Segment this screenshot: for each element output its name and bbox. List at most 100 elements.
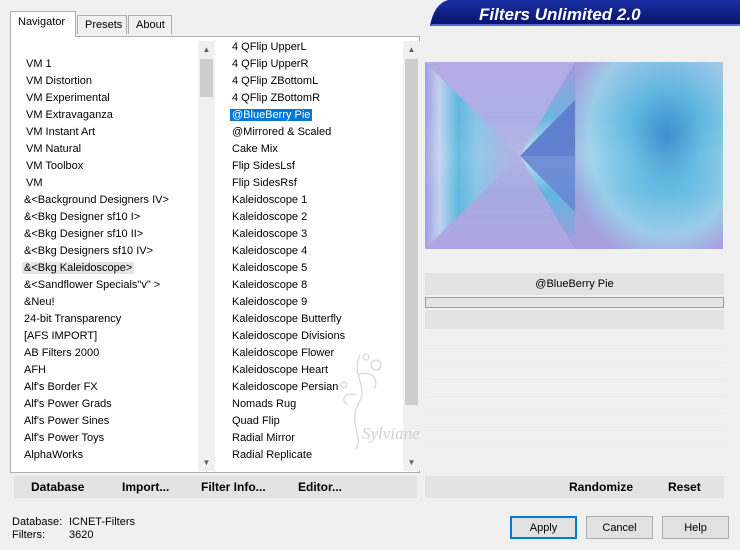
list-item-label: @BlueBerry Pie — [228, 108, 314, 122]
divider — [425, 379, 724, 380]
list-item[interactable]: &<Bkg Kaleidoscope> — [14, 260, 198, 277]
list-item[interactable]: AB Filters 2000 — [14, 345, 198, 362]
list-item[interactable]: Flip SidesLsf — [222, 158, 404, 175]
divider — [425, 413, 724, 414]
list-item-label: &<Bkg Designers sf10 IV> — [24, 245, 154, 257]
list-item[interactable]: VM Distortion — [14, 73, 198, 90]
editor-button[interactable]: Editor... — [298, 480, 342, 494]
list-item-label: [AFS IMPORT] — [24, 330, 98, 342]
list-item[interactable]: Kaleidoscope 5 — [222, 260, 404, 277]
list-item[interactable]: [AFS IMPORT] — [14, 328, 198, 345]
status-label: Database: — [12, 516, 63, 528]
list-item[interactable]: Kaleidoscope Persian — [222, 379, 404, 396]
list-item[interactable]: Alf's Power Grads — [14, 396, 198, 413]
scroll-thumb[interactable] — [200, 59, 213, 97]
list-item[interactable]: VM 1 — [14, 56, 198, 73]
list-item[interactable]: VM Instant Art — [14, 124, 198, 141]
list-item[interactable]: &<Bkg Designer sf10 I> — [14, 209, 198, 226]
list-item[interactable]: VM Experimental — [14, 90, 198, 107]
list-item[interactable]: Kaleidoscope Heart — [222, 362, 404, 379]
reset-button[interactable]: Reset — [668, 480, 701, 494]
selected-filter-name: @BlueBerry Pie — [425, 273, 724, 295]
list-item[interactable]: &<Bkg Designers sf10 IV> — [14, 243, 198, 260]
help-button[interactable]: Help — [662, 516, 729, 539]
scroll-up-icon[interactable]: ▲ — [198, 41, 215, 58]
list-item[interactable]: Alf's Power Sines — [14, 413, 198, 430]
list-item[interactable]: Kaleidoscope Butterfly — [222, 311, 404, 328]
list-item[interactable]: Kaleidoscope 9 — [222, 294, 404, 311]
filter-list[interactable]: 4 QFlip UpperL 4 QFlip UpperR 4 QFlip ZBot… — [222, 37, 404, 471]
filter-scrollbar[interactable]: ▲ ▼ — [403, 41, 420, 471]
list-item[interactable]: Kaleidoscope Flower — [222, 345, 404, 362]
list-item[interactable]: 4 QFlip UpperL — [222, 39, 404, 56]
list-item[interactable]: VM Natural — [14, 141, 198, 158]
list-item[interactable]: Alf's Border FX — [14, 379, 198, 396]
tab-strip: Navigator Presets About — [0, 0, 420, 37]
list-item-label: AB Filters 2000 — [24, 347, 100, 359]
list-item[interactable]: @BlueBerry Pie — [222, 107, 404, 124]
list-item[interactable]: AFH — [14, 362, 198, 379]
list-item-label: Alf's Power Sines — [24, 415, 110, 427]
list-item-label: Kaleidoscope 5 — [232, 262, 308, 274]
cancel-button[interactable]: Cancel — [586, 516, 653, 539]
list-item-label: &Neu! — [24, 296, 55, 308]
list-item-label: VM Instant Art — [26, 126, 96, 138]
list-item[interactable]: Flip SidesRsf — [222, 175, 404, 192]
filter-info-button[interactable]: Filter Info... — [201, 480, 266, 494]
list-item-label: VM Toolbox — [26, 160, 84, 172]
list-item-label: Flip SidesLsf — [232, 160, 295, 172]
randomize-button[interactable]: Randomize — [569, 480, 633, 494]
list-item[interactable]: Kaleidoscope 1 — [222, 192, 404, 209]
list-item[interactable]: Kaleidoscope 2 — [222, 209, 404, 226]
list-item-label: Alf's Power Grads — [24, 398, 112, 410]
list-item[interactable]: &<Sandflower Specials"v" > — [14, 277, 198, 294]
list-item[interactable]: Kaleidoscope 8 — [222, 277, 404, 294]
import-button[interactable]: Import... — [122, 480, 169, 494]
category-list[interactable]: VM 1 VM Distortion VM Experimental VM Extra… — [14, 37, 198, 471]
database-button[interactable]: Database — [31, 480, 84, 494]
list-item-label: Nomads Rug — [232, 398, 297, 410]
list-item[interactable]: VM Extravaganza — [14, 107, 198, 124]
list-item[interactable]: &Neu! — [14, 294, 198, 311]
list-item[interactable]: &<Background Designers IV> — [14, 192, 198, 209]
list-item[interactable]: Nomads Rug — [222, 396, 404, 413]
list-item[interactable]: Alf's Power Toys — [14, 430, 198, 447]
button-label: Randomize — [569, 480, 634, 494]
list-item-label: Kaleidoscope Heart — [232, 364, 329, 376]
scroll-up-icon[interactable]: ▲ — [403, 41, 420, 58]
list-item-label: &<Bkg Designer sf10 I> — [24, 211, 141, 223]
apply-button[interactable]: Apply — [510, 516, 577, 539]
list-item[interactable]: Radial Replicate — [222, 447, 404, 464]
tab-about[interactable]: About — [128, 15, 172, 34]
scroll-down-icon[interactable]: ▼ — [403, 454, 420, 471]
list-item[interactable]: 24-bit Transparency — [14, 311, 198, 328]
list-item[interactable]: Cake Mix — [222, 141, 404, 158]
parameter-slider[interactable] — [425, 297, 724, 308]
list-item[interactable]: Radial Mirror — [222, 430, 404, 447]
list-item-label: Kaleidoscope 1 — [232, 194, 308, 206]
list-item[interactable]: &<Bkg Designer sf10 II> — [14, 226, 198, 243]
list-item[interactable]: Kaleidoscope 3 — [222, 226, 404, 243]
tab-presets[interactable]: Presets — [77, 15, 127, 34]
list-item[interactable]: 4 QFlip ZBottomL — [222, 73, 404, 90]
list-item-label: 4 QFlip ZBottomL — [232, 75, 319, 87]
list-item[interactable]: @Mirrored & Scaled — [222, 124, 404, 141]
list-item-label: &<Sandflower Specials"v" > — [24, 279, 161, 291]
app-title: Filters Unlimited 2.0 — [479, 5, 641, 24]
list-item[interactable]: AlphaWorks — [14, 447, 198, 464]
tab-navigator[interactable]: Navigator — [10, 11, 76, 37]
list-item[interactable]: Kaleidoscope 4 — [222, 243, 404, 260]
list-item[interactable]: Quad Flip — [222, 413, 404, 430]
list-item-label: 4 QFlip ZBottomR — [232, 92, 321, 104]
status-label: Filters: — [12, 529, 45, 541]
category-scrollbar[interactable]: ▲ ▼ — [198, 41, 215, 471]
list-item[interactable]: Kaleidoscope Divisions — [222, 328, 404, 345]
list-item[interactable]: 4 QFlip ZBottomR — [222, 90, 404, 107]
scroll-down-icon[interactable]: ▼ — [198, 454, 215, 471]
scroll-thumb[interactable] — [405, 59, 418, 405]
list-item[interactable]: VM Toolbox — [14, 158, 198, 175]
list-item[interactable]: VM — [14, 175, 198, 192]
list-item-label: Alf's Border FX — [24, 381, 98, 393]
list-item-label: Kaleidoscope 3 — [232, 228, 308, 240]
list-item[interactable]: 4 QFlip UpperR — [222, 56, 404, 73]
